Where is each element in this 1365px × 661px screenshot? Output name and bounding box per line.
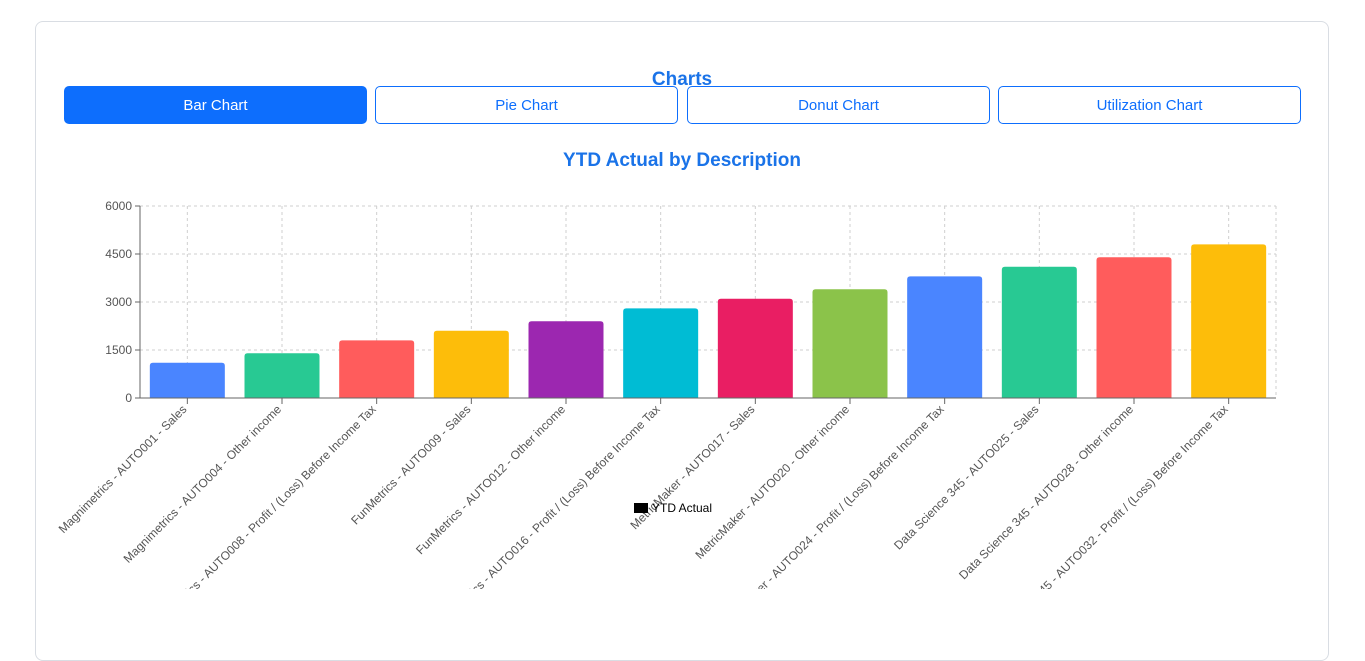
y-tick-label: 4500 — [105, 247, 132, 261]
bar[interactable] — [717, 298, 793, 398]
bar[interactable] — [339, 340, 415, 398]
y-tick-label: 3000 — [105, 295, 132, 309]
bar[interactable] — [244, 353, 320, 398]
legend-label: YTD Actual — [652, 501, 712, 515]
bar[interactable] — [1096, 257, 1172, 398]
bar[interactable] — [149, 362, 225, 398]
bar[interactable] — [1001, 266, 1077, 398]
x-tick-label: Magnimetrics - AUTO008 - Profit / (Loss)… — [143, 402, 379, 634]
bar[interactable] — [623, 308, 699, 398]
x-tick-label: FunMetrics - AUTO016 - Profit / (Loss) B… — [435, 402, 662, 629]
x-tick-label: Magnimetrics - AUTO004 - Other income — [121, 402, 285, 566]
bar[interactable] — [433, 330, 509, 398]
y-tick-label: 0 — [125, 391, 132, 405]
x-tick-label: MetricMaker - AUTO024 - Profit / (Loss) … — [715, 402, 947, 634]
legend-swatch — [634, 503, 648, 513]
x-tick-labels: Magnimetrics - AUTO001 - SalesMagnimetri… — [56, 402, 1231, 634]
y-tick-label: 1500 — [105, 343, 132, 357]
y-tick-label: 6000 — [105, 199, 132, 213]
bar[interactable] — [1191, 244, 1267, 398]
bar[interactable] — [528, 321, 604, 398]
x-tick-label: MetricMaker - AUTO020 - Other income — [692, 402, 852, 562]
x-tick-label: Data Science 345 - AUTO028 - Other incom… — [956, 402, 1136, 582]
bar[interactable] — [812, 289, 888, 398]
bar[interactable] — [907, 276, 983, 398]
x-tick-label: FunMetrics - AUTO012 - Other income — [413, 402, 568, 557]
bar-chart: 0 1500 3000 4500 6000 Magnimetrics - AUTO001 … — [56, 199, 1277, 634]
